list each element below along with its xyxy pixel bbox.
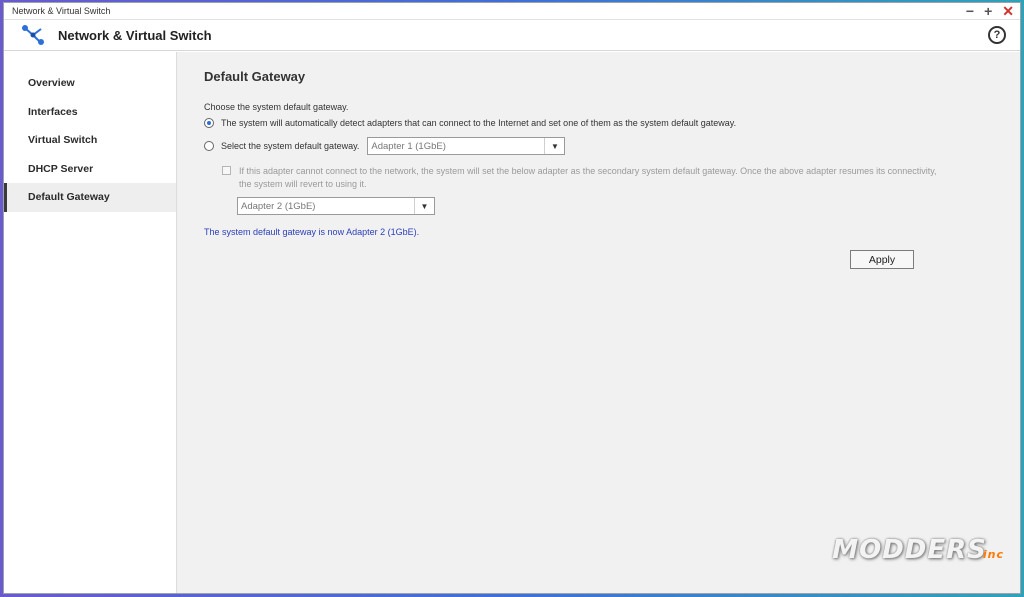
app-header: Network & Virtual Switch ?: [4, 20, 1020, 51]
secondary-gateway-option: If this adapter cannot connect to the ne…: [204, 165, 1020, 191]
auto-gateway-radio[interactable]: [204, 118, 214, 128]
intro-text: Choose the system default gateway.: [204, 102, 349, 112]
chevron-down-icon: ▼: [544, 138, 564, 154]
network-switch-icon: [22, 25, 44, 45]
secondary-gateway-checkbox[interactable]: [222, 166, 231, 175]
maximize-button[interactable]: +: [984, 4, 992, 18]
sidebar-item-dhcp-server[interactable]: DHCP Server: [4, 155, 176, 184]
close-button[interactable]: ✕: [1002, 4, 1014, 18]
app-title: Network & Virtual Switch: [58, 27, 212, 43]
watermark-text: MODDERS: [832, 535, 987, 565]
manual-gateway-radio[interactable]: [204, 141, 214, 151]
secondary-gateway-description: If this adapter cannot connect to the ne…: [239, 165, 937, 191]
secondary-gateway-text-line1: If this adapter cannot connect to the ne…: [239, 166, 937, 176]
sidebar-item-interfaces[interactable]: Interfaces: [4, 98, 176, 127]
minimize-button[interactable]: −: [966, 4, 974, 18]
app-body: Overview Interfaces Virtual Switch DHCP …: [4, 52, 1020, 593]
sidebar-item-overview[interactable]: Overview: [4, 69, 176, 98]
sidebar-item-virtual-switch[interactable]: Virtual Switch: [4, 126, 176, 155]
gateway-status-text: The system default gateway is now Adapte…: [204, 227, 420, 237]
secondary-adapter-select[interactable]: Adapter 2 (1GbE) ▼: [237, 197, 435, 215]
window-title: Network & Virtual Switch: [12, 6, 111, 16]
window-controls: − + ✕: [966, 4, 1014, 18]
help-icon[interactable]: ?: [988, 26, 1006, 44]
manual-gateway-label: Select the system default gateway.: [221, 141, 360, 151]
sidebar: Overview Interfaces Virtual Switch DHCP …: [4, 52, 177, 593]
page-title: Default Gateway: [204, 69, 306, 84]
watermark-suffix: inc: [982, 548, 1004, 561]
app-window: Network & Virtual Switch − + ✕ Network &…: [3, 2, 1021, 594]
primary-adapter-select[interactable]: Adapter 1 (1GbE) ▼: [367, 137, 566, 155]
auto-gateway-option: The system will automatically detect ada…: [204, 118, 1020, 128]
secondary-adapter-value: Adapter 2 (1GbE): [241, 200, 316, 212]
window-titlebar: Network & Virtual Switch − + ✕: [4, 3, 1020, 20]
auto-gateway-label: The system will automatically detect ada…: [221, 118, 737, 128]
secondary-gateway-text-line2: the system will revert to using it.: [239, 179, 367, 189]
chevron-down-icon: ▼: [414, 198, 434, 214]
manual-gateway-option: Select the system default gateway. Adapt…: [204, 137, 1020, 155]
watermark-logo: MODDERSinc: [832, 535, 1004, 565]
primary-adapter-value: Adapter 1 (1GbE): [371, 140, 446, 152]
main-content: Default Gateway Choose the system defaul…: [177, 52, 1020, 593]
apply-button[interactable]: Apply: [850, 250, 914, 269]
sidebar-item-default-gateway[interactable]: Default Gateway: [4, 183, 176, 212]
